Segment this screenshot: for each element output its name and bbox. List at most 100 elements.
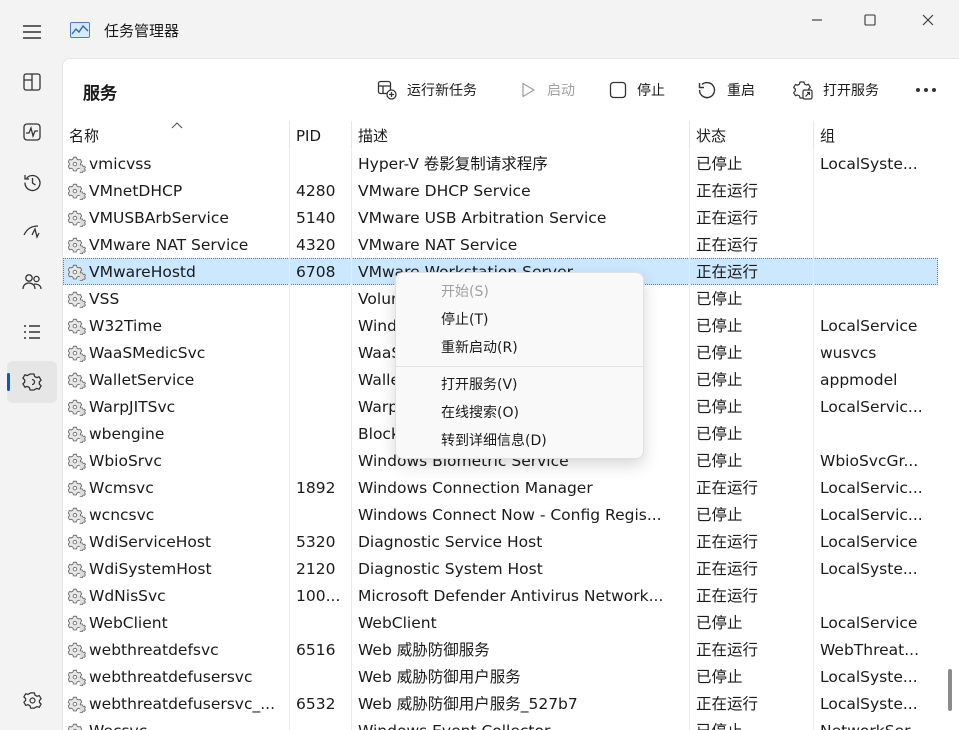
menu-item-open-services[interactable]: 打开服务(V) bbox=[400, 371, 639, 399]
table-row[interactable]: Wcmsvc 1892 Windows Connection Manager 正在运行… bbox=[63, 474, 938, 501]
service-group: LocalSyste... bbox=[813, 555, 938, 582]
service-name: WarpJITSvc bbox=[63, 393, 289, 420]
service-group bbox=[813, 420, 938, 447]
column-header-group[interactable]: 组 bbox=[813, 121, 938, 149]
service-pid: 100... bbox=[289, 582, 351, 609]
service-description: Windows Connection Manager bbox=[351, 474, 689, 501]
column-header-pid[interactable]: PID bbox=[289, 121, 351, 149]
service-name: Wcmsvc bbox=[63, 474, 289, 501]
service-name-text: WbioSrvc bbox=[89, 451, 162, 470]
column-header-name[interactable]: 名称 bbox=[63, 121, 289, 149]
nav-item-users[interactable] bbox=[7, 261, 57, 303]
table-row[interactable]: webthreatdefusersvc_... 6532 Web 威胁防御用户服务_… bbox=[63, 690, 938, 717]
service-status: 正在运行 bbox=[689, 636, 813, 663]
service-description: VMware DHCP Service bbox=[351, 177, 689, 204]
service-name-text: WdNisSvc bbox=[89, 586, 166, 605]
table-row[interactable]: wcncsvc Windows Connect Now - Config Regi… bbox=[63, 501, 938, 528]
service-description: Windows Event Collector bbox=[351, 717, 689, 730]
service-gear-icon bbox=[68, 480, 86, 497]
table-row[interactable]: WdiSystemHost 2120 Diagnostic System Host 正… bbox=[63, 555, 938, 582]
service-gear-icon bbox=[68, 453, 86, 470]
more-icon bbox=[916, 88, 936, 92]
service-gear-icon bbox=[68, 372, 86, 389]
service-pid bbox=[289, 339, 351, 366]
service-name: Wecsvc bbox=[63, 717, 289, 730]
table-row[interactable]: WdNisSvc 100... Microsoft Defender Antivir… bbox=[63, 582, 938, 609]
service-status: 已停止 bbox=[689, 447, 813, 474]
service-name: WbioSrvc bbox=[63, 447, 289, 474]
restart-button[interactable]: 重启 bbox=[697, 75, 755, 105]
table-row[interactable]: VMnetDHCP 4280 VMware DHCP Service 正在运行 bbox=[63, 177, 938, 204]
service-group bbox=[813, 582, 938, 609]
service-pid: 6516 bbox=[289, 636, 351, 663]
table-row[interactable]: webthreatdefsvc 6516 Web 威胁防御服务 正在运行 WebThre… bbox=[63, 636, 938, 663]
service-group bbox=[813, 231, 938, 258]
service-gear-icon bbox=[68, 696, 86, 713]
table-row[interactable]: VMUSBArbService 5140 VMware USB Arbitratio… bbox=[63, 204, 938, 231]
close-button[interactable] bbox=[906, 4, 950, 36]
run-new-task-icon bbox=[377, 80, 397, 100]
menu-item-restart[interactable]: 重新启动(R) bbox=[400, 334, 639, 362]
nav-item-settings[interactable] bbox=[7, 679, 57, 721]
service-name-text: WarpJITSvc bbox=[89, 397, 176, 416]
table-row[interactable]: Wecsvc Windows Event Collector已停止NetworkS… bbox=[63, 717, 938, 730]
table-row[interactable]: webthreatdefusersvc Web 威胁防御用户服务 已停止 LocalS… bbox=[63, 663, 938, 690]
hamburger-menu-button[interactable] bbox=[14, 16, 50, 48]
service-gear-icon bbox=[68, 318, 86, 335]
menu-item-start[interactable]: 开始(S) bbox=[400, 278, 639, 306]
nav-item-details[interactable] bbox=[7, 311, 57, 353]
service-name-text: wcncsvc bbox=[89, 505, 155, 524]
service-name-text: WdiSystemHost bbox=[89, 559, 212, 578]
vertical-scrollbar[interactable] bbox=[943, 121, 957, 730]
service-description: Hyper-V 卷影复制请求程序 bbox=[351, 150, 689, 177]
service-status: 正在运行 bbox=[689, 690, 813, 717]
service-pid bbox=[289, 420, 351, 447]
service-name: VMwareHostd bbox=[63, 258, 289, 285]
table-row[interactable]: WebClient WebClient 已停止 LocalService bbox=[63, 609, 938, 636]
service-group: LocalServic... bbox=[813, 393, 938, 420]
service-name-text: webthreatdefusersvc_... bbox=[89, 694, 276, 713]
column-header-description[interactable]: 描述 bbox=[351, 121, 689, 149]
service-name: VMUSBArbService bbox=[63, 204, 289, 231]
scrollbar-thumb[interactable] bbox=[948, 669, 952, 711]
stop-button[interactable]: 停止 bbox=[609, 75, 665, 105]
service-gear-icon bbox=[68, 723, 83, 730]
service-status: 已停止 bbox=[689, 717, 813, 730]
service-name: wbengine bbox=[63, 420, 289, 447]
nav-item-app-history[interactable] bbox=[7, 161, 57, 203]
nav-item-startup-apps[interactable] bbox=[7, 211, 57, 253]
title-bar: 任务管理器 bbox=[0, 0, 959, 58]
service-pid: 2120 bbox=[289, 555, 351, 582]
service-pid: 6708 bbox=[289, 258, 351, 285]
play-icon bbox=[522, 82, 535, 98]
maximize-button[interactable] bbox=[848, 4, 892, 36]
open-services-button[interactable]: 打开服务 bbox=[793, 75, 879, 105]
service-group: LocalService bbox=[813, 528, 938, 555]
menu-item-stop[interactable]: 停止(T) bbox=[400, 306, 639, 334]
service-name-text: wbengine bbox=[89, 424, 165, 443]
service-gear-icon bbox=[68, 534, 86, 551]
service-name: VMnetDHCP bbox=[63, 177, 289, 204]
table-row[interactable]: vmicvss Hyper-V 卷影复制请求程序 已停止 LocalSyste... bbox=[63, 150, 938, 177]
stop-label: 停止 bbox=[637, 83, 665, 99]
nav-item-processes[interactable] bbox=[7, 61, 57, 103]
nav-item-performance[interactable] bbox=[7, 111, 57, 153]
service-name: VSS bbox=[63, 285, 289, 312]
side-navigation bbox=[0, 58, 62, 730]
minimize-button[interactable] bbox=[795, 4, 839, 36]
service-gear-icon bbox=[68, 669, 86, 686]
service-gear-icon bbox=[68, 156, 86, 173]
more-options-button[interactable] bbox=[915, 75, 947, 105]
table-row[interactable]: WdiServiceHost 5320 Diagnostic Service Hos… bbox=[63, 528, 938, 555]
gear-icon bbox=[22, 691, 42, 709]
menu-item-go-to-details[interactable]: 转到详细信息(D) bbox=[400, 427, 639, 455]
start-button[interactable]: 启动 bbox=[519, 75, 575, 105]
service-description: VMware USB Arbitration Service bbox=[351, 204, 689, 231]
nav-item-services[interactable] bbox=[7, 361, 57, 403]
run-new-task-button[interactable]: 运行新任务 bbox=[377, 75, 477, 105]
column-header-status[interactable]: 状态 bbox=[689, 121, 813, 149]
table-row[interactable]: VMware NAT Service 4320 VMware NAT Service… bbox=[63, 231, 938, 258]
service-status: 正在运行 bbox=[689, 258, 813, 285]
service-group: appmodel bbox=[813, 366, 938, 393]
menu-item-search-online[interactable]: 在线搜索(O) bbox=[400, 399, 639, 427]
